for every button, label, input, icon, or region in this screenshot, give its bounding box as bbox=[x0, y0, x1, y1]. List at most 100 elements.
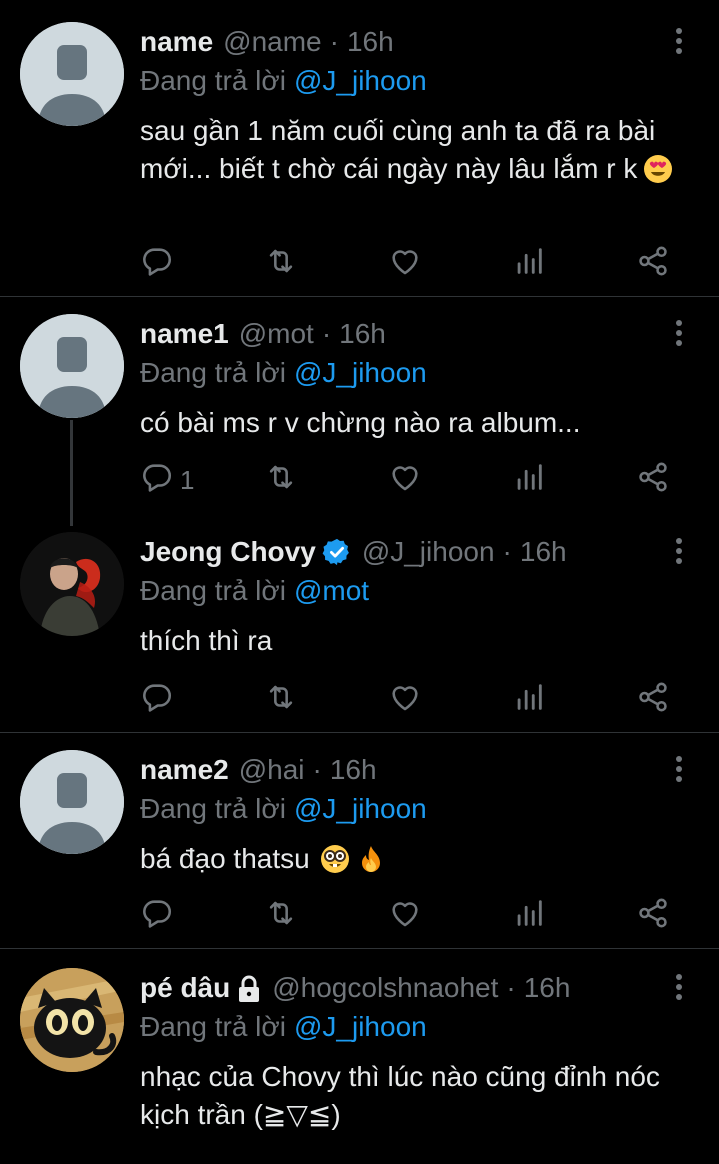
retweet-button[interactable] bbox=[264, 460, 298, 500]
user-handle: @J_jihoon bbox=[361, 536, 495, 567]
like-button[interactable] bbox=[388, 680, 422, 720]
views-button[interactable] bbox=[512, 460, 546, 500]
share-button[interactable] bbox=[636, 244, 670, 284]
views-icon bbox=[512, 896, 546, 937]
more-options-icon[interactable] bbox=[667, 26, 691, 56]
views-button[interactable] bbox=[512, 896, 546, 936]
replying-prefix: Đang trả lời bbox=[140, 357, 286, 388]
tweet-5[interactable]: pé dâu @hogcolshnaohet · 16h Đang trả lờ… bbox=[0, 968, 719, 1164]
reply-button[interactable] bbox=[140, 244, 180, 284]
more-options-icon[interactable] bbox=[667, 318, 691, 348]
mention-link[interactable]: @J_jihoon bbox=[294, 1011, 427, 1042]
share-icon bbox=[636, 460, 670, 501]
tweet-text-content: thích thì ra bbox=[140, 625, 273, 656]
retweet-button[interactable] bbox=[264, 244, 298, 284]
mention-link[interactable]: @mot bbox=[294, 575, 369, 606]
replying-to: Đang trả lời @J_jihoon bbox=[140, 354, 427, 392]
share-button[interactable] bbox=[636, 896, 670, 936]
fire-emoji-icon bbox=[356, 844, 386, 874]
share-icon bbox=[636, 896, 670, 937]
avatar-default[interactable] bbox=[20, 750, 124, 854]
timestamp[interactable]: 16h bbox=[347, 22, 394, 62]
share-icon bbox=[636, 244, 670, 285]
divider bbox=[0, 732, 719, 733]
tweet-text-content: bá đạo thatsu bbox=[140, 843, 310, 874]
reply-count: 1 bbox=[180, 464, 195, 495]
share-button[interactable] bbox=[636, 460, 670, 500]
more-options-icon[interactable] bbox=[667, 972, 691, 1002]
views-icon bbox=[512, 244, 546, 285]
timestamp[interactable]: 16h bbox=[520, 532, 567, 572]
separator-dot: · bbox=[502, 536, 512, 567]
reply-icon bbox=[140, 460, 174, 501]
replying-to: Đang trả lời @J_jihoon bbox=[140, 790, 427, 828]
share-icon bbox=[636, 680, 670, 721]
mention-link[interactable]: @J_jihoon bbox=[294, 793, 427, 824]
avatar-photo[interactable] bbox=[20, 532, 124, 636]
retweet-icon bbox=[264, 896, 298, 937]
replying-prefix: Đang trả lời bbox=[140, 65, 286, 96]
display-name[interactable]: Jeong Chovy bbox=[140, 532, 316, 572]
views-button[interactable] bbox=[512, 680, 546, 720]
retweet-button[interactable] bbox=[264, 680, 298, 720]
verified-badge-icon bbox=[322, 537, 352, 567]
reply-button[interactable] bbox=[140, 896, 180, 936]
protected-lock-icon bbox=[236, 974, 262, 1002]
display-name[interactable]: name bbox=[140, 22, 213, 62]
separator-dot: · bbox=[312, 754, 322, 785]
like-icon bbox=[388, 680, 422, 721]
replying-to: Đang trả lời @J_jihoon bbox=[140, 1008, 427, 1046]
avatar-cat[interactable] bbox=[20, 968, 124, 1072]
tweet-text-content: nhạc của Chovy thì lúc nào cũng đỉnh nóc… bbox=[140, 1061, 660, 1130]
reply-button[interactable]: 1 bbox=[140, 460, 194, 500]
timestamp[interactable]: 16h bbox=[524, 968, 571, 1008]
user-handle: @mot bbox=[238, 318, 314, 349]
tweet-text-content: sau gần 1 năm cuối cùng anh ta đã ra bài… bbox=[140, 115, 656, 184]
replying-to: Đang trả lời @mot bbox=[140, 572, 369, 610]
nerd-face-emoji-icon bbox=[320, 844, 350, 874]
separator-dot: · bbox=[506, 972, 516, 1003]
mention-link[interactable]: @J_jihoon bbox=[294, 357, 427, 388]
retweet-icon bbox=[264, 244, 298, 285]
replying-to: Đang trả lời @J_jihoon bbox=[140, 62, 427, 100]
tweet-text: thích thì ra bbox=[140, 622, 700, 660]
replying-prefix: Đang trả lời bbox=[140, 1011, 286, 1042]
like-icon bbox=[388, 244, 422, 285]
separator-dot: · bbox=[321, 318, 332, 349]
replying-prefix: Đang trả lời bbox=[140, 793, 286, 824]
more-options-icon[interactable] bbox=[667, 536, 691, 566]
like-button[interactable] bbox=[388, 460, 422, 500]
retweet-button[interactable] bbox=[264, 896, 298, 936]
reply-icon bbox=[140, 680, 174, 721]
timestamp[interactable]: 16h bbox=[339, 314, 386, 354]
replying-prefix: Đang trả lời bbox=[140, 575, 286, 606]
tweet-3[interactable]: Jeong Chovy @J_jihoon · 16h Đang trả lời… bbox=[0, 532, 719, 718]
tweet-text: nhạc của Chovy thì lúc nào cũng đỉnh nóc… bbox=[140, 1058, 700, 1134]
tweet-2[interactable]: name1 @mot · 16h Đang trả lời @J_jihoon c… bbox=[0, 314, 719, 514]
tweet-text-content: có bài ms r v chừng nào ra album... bbox=[140, 407, 581, 438]
more-options-icon[interactable] bbox=[667, 754, 691, 784]
divider bbox=[0, 296, 719, 297]
timestamp[interactable]: 16h bbox=[330, 750, 377, 790]
user-handle: @hogcolshnaohet bbox=[272, 972, 499, 1003]
like-button[interactable] bbox=[388, 244, 422, 284]
reply-button[interactable] bbox=[140, 680, 180, 720]
mention-link[interactable]: @J_jihoon bbox=[294, 65, 427, 96]
share-button[interactable] bbox=[636, 680, 670, 720]
tweet-1[interactable]: name @name · 16h Đang trả lời @J_jihoon s… bbox=[0, 22, 719, 294]
views-button[interactable] bbox=[512, 244, 546, 284]
avatar-default[interactable] bbox=[20, 314, 124, 418]
tweet-text: sau gần 1 năm cuối cùng anh ta đã ra bài… bbox=[140, 112, 700, 188]
tweet-text: bá đạo thatsu bbox=[140, 840, 700, 878]
reply-icon bbox=[140, 896, 174, 937]
tweet-4[interactable]: name2 @hai · 16h Đang trả lời @J_jihoon b… bbox=[0, 750, 719, 946]
user-handle: @hai bbox=[238, 754, 305, 785]
display-name[interactable]: name1 bbox=[140, 314, 229, 354]
display-name[interactable]: pé dâu bbox=[140, 968, 230, 1008]
display-name[interactable]: name2 bbox=[140, 750, 229, 790]
user-handle: @name bbox=[223, 26, 322, 57]
reply-icon bbox=[140, 244, 174, 285]
like-button[interactable] bbox=[388, 896, 422, 936]
avatar-default[interactable] bbox=[20, 22, 124, 126]
heart-eyes-emoji-icon bbox=[643, 154, 673, 184]
